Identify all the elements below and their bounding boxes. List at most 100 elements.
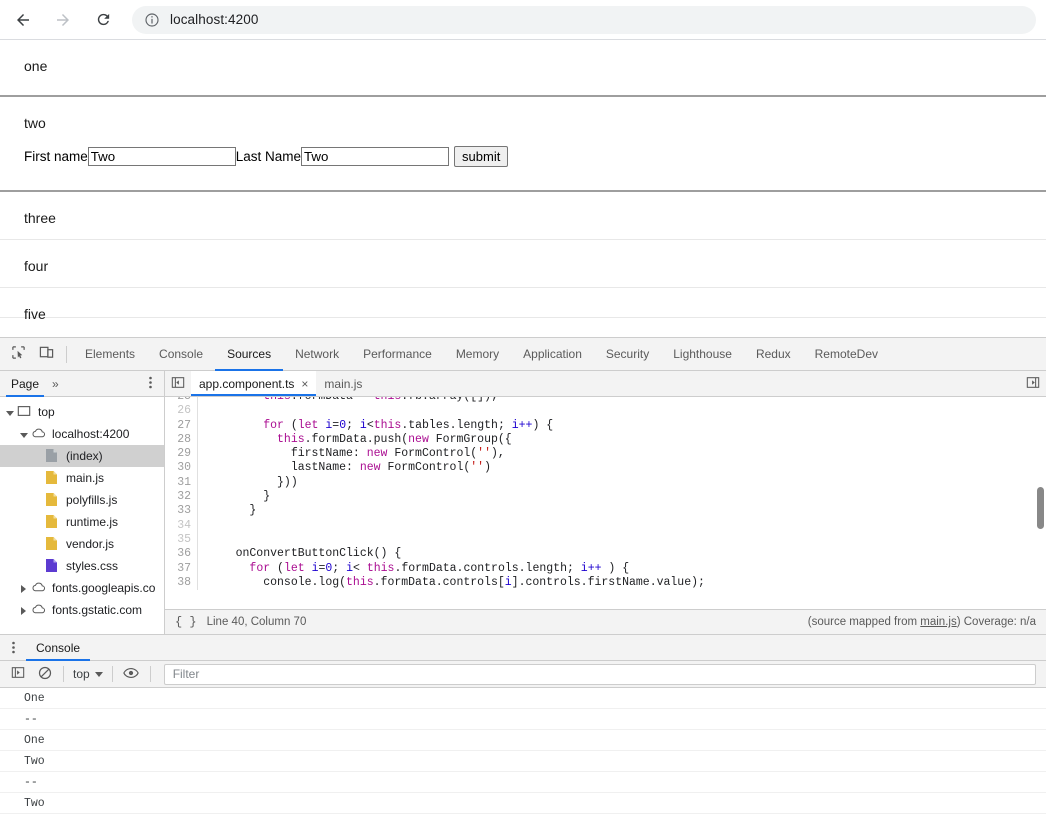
section-one-label: one: [24, 58, 48, 74]
file-tree-item[interactable]: top: [0, 401, 164, 423]
line-number[interactable]: 35: [165, 532, 198, 548]
tab-security[interactable]: Security: [594, 338, 661, 371]
stylesheet-icon: [45, 558, 61, 574]
section-five-label: five: [24, 306, 46, 322]
show-debugger-icon[interactable]: [1026, 376, 1040, 392]
tab-memory[interactable]: Memory: [444, 338, 511, 371]
file-tree: top localhost:4200 (index) main.js polyfills…: [0, 397, 164, 621]
line-number[interactable]: 36: [165, 547, 198, 562]
frame-icon: [17, 404, 33, 420]
file-tree-item[interactable]: vendor.js: [0, 533, 164, 555]
line-number[interactable]: 28: [165, 432, 198, 448]
chevron-down-icon: [94, 671, 103, 677]
code-text: this.formData.push(new FormGroup({: [277, 432, 512, 446]
line-number[interactable]: 32: [165, 490, 198, 505]
tab-network[interactable]: Network: [283, 338, 351, 371]
tab-elements[interactable]: Elements: [73, 338, 147, 371]
show-navigator-button[interactable]: [165, 371, 191, 396]
line-number[interactable]: 29: [165, 447, 198, 462]
navigator-more-tabs[interactable]: »: [44, 377, 67, 391]
line-number[interactable]: 25: [165, 397, 198, 405]
console-message: --: [0, 772, 1046, 793]
line-number[interactable]: 31: [165, 475, 198, 491]
code-text: for (let i=0; i< this.formData.controls.…: [249, 561, 630, 575]
browser-toolbar: localhost:4200: [0, 0, 1046, 40]
drawer-tab-console[interactable]: Console: [26, 635, 90, 661]
file-tree-item[interactable]: fonts.gstatic.com: [0, 599, 164, 621]
inspect-element-button[interactable]: [4, 341, 32, 367]
console-filter-input[interactable]: [170, 666, 1029, 682]
file-tree-item[interactable]: main.js: [0, 467, 164, 489]
section-five: five: [0, 288, 1046, 322]
live-expression-button[interactable]: [118, 662, 145, 687]
reload-button[interactable]: [86, 3, 120, 37]
source-map-link[interactable]: main.js: [920, 616, 956, 628]
editor-vertical-scrollbar[interactable]: [1037, 487, 1044, 529]
forward-button[interactable]: [46, 3, 80, 37]
show-navigator-icon: [171, 376, 185, 392]
navigator-tab-page[interactable]: Page: [6, 371, 44, 397]
code-text: this.formData = this.fb.array([]);: [198, 397, 498, 404]
submit-button[interactable]: submit: [454, 145, 509, 167]
address-bar[interactable]: localhost:4200: [132, 5, 1036, 34]
device-toolbar-button[interactable]: [32, 341, 60, 367]
tab-sources[interactable]: Sources: [215, 338, 283, 371]
tab-application[interactable]: Application: [511, 338, 594, 371]
console-message: One: [0, 730, 1046, 751]
first-name-input[interactable]: [87, 146, 236, 166]
file-tree-item[interactable]: polyfills.js: [0, 489, 164, 511]
coverage-status: Coverage: n/a: [963, 616, 1036, 628]
editor-tabbar-right: [1026, 371, 1046, 396]
editor-tab-app-component[interactable]: app.component.ts ×: [191, 371, 317, 396]
file-tree-item-label: top: [38, 405, 55, 419]
code-line: 36 onConvertButtonClick() {: [165, 547, 1046, 562]
line-number[interactable]: 38: [165, 575, 198, 591]
code-area[interactable]: 25 this.formData = this.fb.array([]);262…: [165, 397, 1046, 609]
line-number[interactable]: 26: [165, 404, 198, 419]
live-expression-icon: [123, 667, 139, 682]
console-context-selector[interactable]: top: [69, 663, 107, 685]
console-sidebar-button[interactable]: [4, 662, 31, 687]
console-filter[interactable]: [163, 663, 1036, 685]
clear-console-button[interactable]: [31, 662, 58, 687]
devtools-tabbar: Elements Console Sources Network Perform…: [0, 338, 1046, 371]
line-number[interactable]: 34: [165, 518, 198, 533]
tree-twisty-icon[interactable]: [18, 583, 29, 594]
file-tree-item-label: vendor.js: [66, 537, 115, 551]
tab-redux[interactable]: Redux: [744, 338, 803, 371]
back-arrow-icon: [14, 11, 32, 29]
line-number[interactable]: 30: [165, 461, 198, 476]
tab-console[interactable]: Console: [147, 338, 215, 371]
file-tree-item[interactable]: fonts.googleapis.co: [0, 577, 164, 599]
last-name-input[interactable]: [301, 146, 450, 166]
pretty-print-icon[interactable]: { }: [175, 615, 197, 629]
navigator-menu-button[interactable]: [143, 376, 158, 392]
code-line: 33 }: [165, 504, 1046, 519]
tree-twisty-icon[interactable]: [18, 429, 29, 440]
tab-lighthouse[interactable]: Lighthouse: [661, 338, 744, 371]
site-info-icon[interactable]: [144, 12, 160, 28]
file-tree-item[interactable]: (index): [0, 445, 164, 467]
drawer-menu-button[interactable]: [0, 641, 26, 654]
devtools-panel: Elements Console Sources Network Perform…: [0, 337, 1046, 825]
file-tree-item[interactable]: localhost:4200: [0, 423, 164, 445]
document-icon: [45, 448, 61, 464]
file-tree-item[interactable]: styles.css: [0, 555, 164, 577]
tab-performance[interactable]: Performance: [351, 338, 444, 371]
section-two-label: two: [24, 115, 46, 131]
line-number[interactable]: 37: [165, 561, 198, 576]
file-tree-item[interactable]: runtime.js: [0, 511, 164, 533]
line-number[interactable]: 27: [165, 418, 198, 433]
close-icon[interactable]: ×: [301, 377, 308, 391]
line-number[interactable]: 33: [165, 504, 198, 519]
tree-twisty-icon[interactable]: [18, 605, 29, 616]
tree-twisty-icon[interactable]: [4, 407, 15, 418]
tab-remotedev[interactable]: RemoteDev: [803, 338, 890, 371]
navigator-header: Page »: [0, 371, 164, 397]
editor-tab-main-js[interactable]: main.js: [316, 371, 370, 396]
code-line: 31 })): [165, 475, 1046, 491]
back-button[interactable]: [6, 3, 40, 37]
